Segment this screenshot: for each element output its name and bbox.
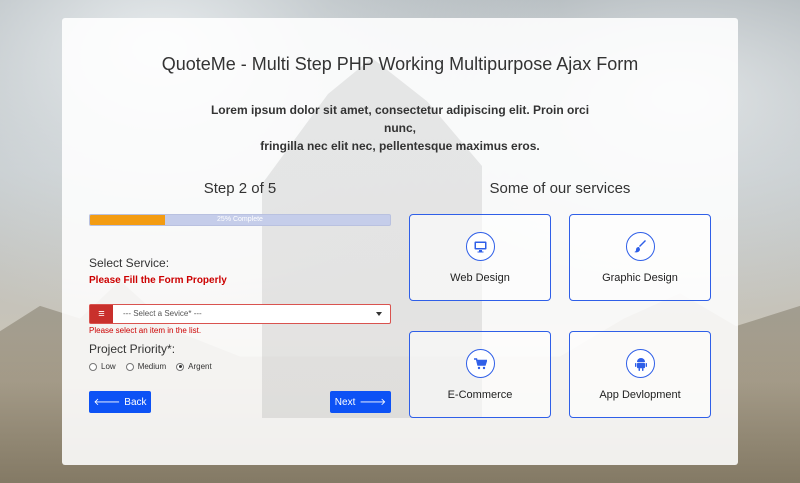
service-select[interactable]: ≡ --- Select a Sevice* --- bbox=[89, 304, 391, 324]
service-card-app-development[interactable]: App Devlopment bbox=[569, 331, 711, 418]
priority-option-medium[interactable]: Medium bbox=[125, 362, 167, 371]
radio-button-low[interactable] bbox=[89, 362, 97, 371]
progress-bar: 25% Complete bbox=[89, 214, 391, 226]
page-title: QuoteMe - Multi Step PHP Working Multipu… bbox=[161, 54, 639, 74]
back-button-label: Back bbox=[124, 396, 147, 408]
paintbrush-icon bbox=[626, 232, 655, 261]
priority-option-label: Argent bbox=[188, 362, 212, 371]
service-card-graphic-design[interactable]: Graphic Design bbox=[569, 214, 711, 301]
shopping-cart-icon bbox=[466, 349, 495, 378]
form-error-message: Please Fill the Form Properly bbox=[89, 275, 227, 286]
chevron-down-icon[interactable] bbox=[376, 312, 382, 316]
monitor-icon bbox=[466, 232, 495, 261]
android-icon bbox=[626, 349, 655, 378]
radio-button-medium[interactable] bbox=[125, 362, 134, 371]
next-button[interactable]: Next 🡒 bbox=[330, 391, 391, 413]
page-subtitle: Lorem ipsum dolor sit amet, consectetur … bbox=[202, 101, 598, 155]
services-title: Some of our services bbox=[489, 180, 631, 197]
form-panel: QuoteMe - Multi Step PHP Working Multipu… bbox=[62, 18, 738, 465]
service-select-value: --- Select a Sevice* --- bbox=[123, 309, 202, 318]
step-title: Step 2 of 5 bbox=[203, 180, 277, 197]
progress-label: 25% Complete bbox=[217, 216, 263, 223]
arrow-left-icon: 🡐 bbox=[93, 397, 121, 408]
service-card-label: Web Design bbox=[450, 272, 510, 284]
service-card-e-commerce[interactable]: E-Commerce bbox=[409, 331, 551, 418]
service-select-error: Please select an item in the list. bbox=[89, 326, 202, 335]
service-card-web-design[interactable]: Web Design bbox=[409, 214, 551, 301]
service-card-label: App Devlopment bbox=[599, 389, 681, 401]
priority-option-argent[interactable]: Argent bbox=[176, 362, 212, 371]
subtitle-line-1: Lorem ipsum dolor sit amet, consectetur … bbox=[210, 103, 590, 135]
priority-label: Project Priority*: bbox=[89, 342, 176, 356]
back-button[interactable]: 🡐 Back bbox=[89, 391, 151, 413]
service-card-label: E-Commerce bbox=[447, 389, 513, 401]
service-label: Select Service: bbox=[89, 256, 170, 270]
priority-option-label: Low bbox=[101, 362, 116, 371]
priority-option-label: Medium bbox=[137, 362, 167, 371]
priority-radio-group: Low Medium Argent bbox=[89, 362, 212, 371]
arrow-right-icon: 🡒 bbox=[359, 397, 387, 408]
next-button-label: Next bbox=[334, 396, 356, 408]
service-card-label: Graphic Design bbox=[602, 272, 678, 284]
radio-button-argent[interactable] bbox=[176, 362, 185, 371]
subtitle-line-2: fringilla nec elit nec, pellentesque max… bbox=[260, 139, 540, 153]
list-icon: ≡ bbox=[90, 305, 113, 323]
priority-option-low[interactable]: Low bbox=[89, 362, 116, 371]
